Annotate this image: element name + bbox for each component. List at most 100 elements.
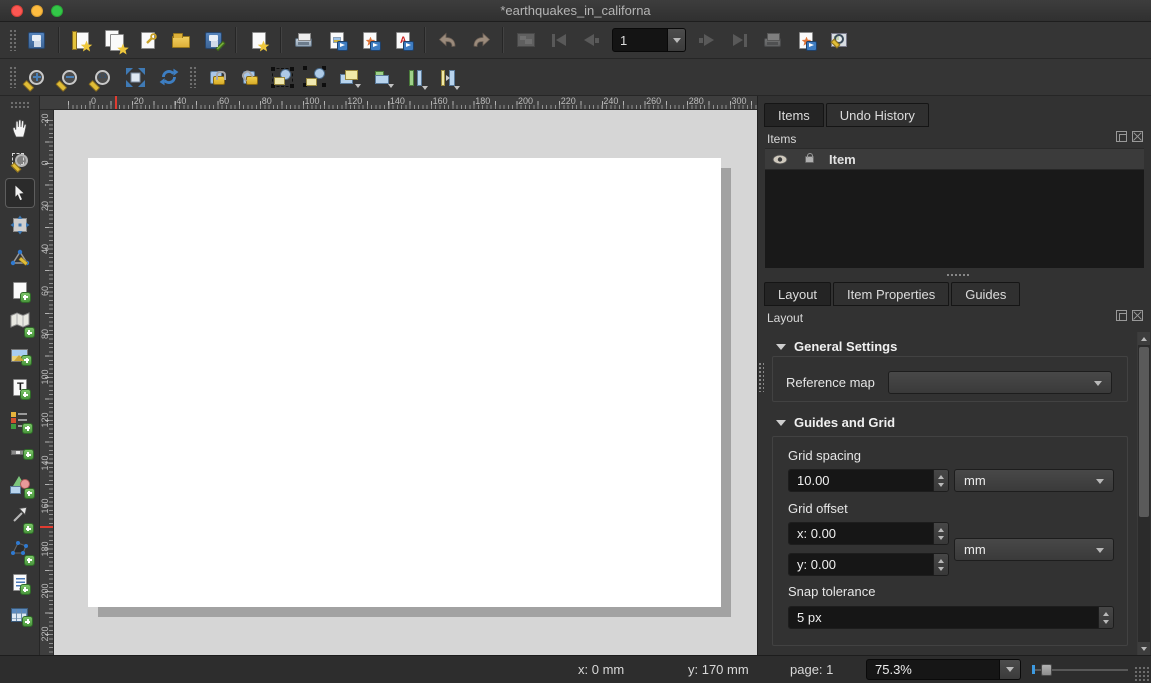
zoom-level-dropdown-button[interactable] bbox=[1000, 659, 1021, 680]
undo-button[interactable] bbox=[434, 27, 461, 54]
new-layout-button[interactable] bbox=[68, 27, 95, 54]
snap-tolerance-spinbox[interactable]: 5 px bbox=[788, 606, 1114, 629]
refresh-view-button[interactable] bbox=[155, 64, 182, 91]
tab-undo-history[interactable]: Undo History bbox=[825, 103, 929, 127]
toolbar-drag-handle-icon[interactable] bbox=[189, 66, 196, 88]
minimize-window-button[interactable] bbox=[31, 5, 43, 17]
toolbar-drag-handle-icon[interactable] bbox=[9, 29, 16, 51]
unlock-all-items-button[interactable] bbox=[236, 64, 263, 91]
grid-spacing-unit-combo[interactable]: mm bbox=[954, 469, 1114, 492]
toolbar-drag-handle-icon[interactable] bbox=[9, 66, 16, 88]
spin-buttons[interactable] bbox=[933, 470, 948, 491]
grid-offset-y-value[interactable]: y: 0.00 bbox=[789, 554, 933, 575]
print-layout-button[interactable] bbox=[290, 27, 317, 54]
grid-spacing-value[interactable]: 10.00 bbox=[789, 470, 933, 491]
group-items-button[interactable] bbox=[269, 64, 296, 91]
add-pages-tool[interactable] bbox=[6, 276, 34, 304]
export-as-image-button[interactable] bbox=[323, 27, 350, 54]
preview-atlas-button[interactable] bbox=[825, 27, 852, 54]
save-project-button[interactable] bbox=[23, 27, 50, 54]
lock-column-header[interactable] bbox=[795, 152, 823, 163]
spin-buttons[interactable] bbox=[933, 554, 948, 575]
add-items-from-template-button[interactable] bbox=[167, 27, 194, 54]
tab-item-properties[interactable]: Item Properties bbox=[833, 282, 950, 306]
window-resize-grip[interactable] bbox=[1134, 666, 1149, 681]
horizontal-ruler[interactable]: 0 20 40 60 80 100 120 140 160 180 200 220 240 260 280 3… bbox=[54, 96, 757, 110]
visibility-column-header[interactable] bbox=[765, 154, 795, 165]
maximize-window-button[interactable] bbox=[51, 5, 63, 17]
grid-offset-x-spinbox[interactable]: x: 0.00 bbox=[788, 522, 949, 545]
zoom-full-button[interactable] bbox=[122, 64, 149, 91]
dock-splitter-handle[interactable] bbox=[946, 273, 970, 278]
item-column-header[interactable]: Item bbox=[829, 152, 856, 167]
add-legend-tool[interactable] bbox=[6, 406, 34, 434]
add-label-tool[interactable]: T bbox=[6, 374, 34, 402]
layout-manager-button[interactable] bbox=[134, 27, 161, 54]
add-picture-tool[interactable] bbox=[6, 341, 34, 369]
save-as-template-button[interactable] bbox=[200, 27, 227, 54]
close-window-button[interactable] bbox=[11, 5, 23, 17]
lock-selected-items-button[interactable] bbox=[203, 64, 230, 91]
zoom-level-combo[interactable]: 75.3% bbox=[866, 659, 1021, 680]
move-content-icon bbox=[10, 215, 29, 235]
edit-nodes-item-tool[interactable] bbox=[6, 244, 34, 272]
export-as-pdf-button[interactable]: A bbox=[389, 27, 416, 54]
move-item-content-tool[interactable] bbox=[6, 211, 34, 239]
ungroup-items-button[interactable] bbox=[302, 64, 329, 91]
guides-and-grid-section-header[interactable]: Guides and Grid bbox=[776, 415, 895, 430]
atlas-feature-dropdown-button[interactable] bbox=[668, 28, 686, 52]
items-list[interactable] bbox=[765, 170, 1144, 268]
scroll-up-button[interactable] bbox=[1138, 332, 1150, 345]
raise-selected-items-button[interactable] bbox=[335, 64, 362, 91]
tab-guides[interactable]: Guides bbox=[951, 282, 1021, 306]
close-panel-icon[interactable] bbox=[1132, 131, 1143, 142]
redo-button[interactable] bbox=[467, 27, 494, 54]
add-pages-button[interactable] bbox=[245, 27, 272, 54]
zoom-actual-button[interactable]: 1:1 bbox=[89, 64, 116, 91]
close-panel-icon[interactable] bbox=[1132, 310, 1143, 321]
zoom-tool[interactable] bbox=[6, 146, 34, 174]
duplicate-layout-button[interactable] bbox=[101, 27, 129, 55]
add-attribute-table-tool[interactable] bbox=[6, 601, 34, 629]
panel-resize-handle[interactable] bbox=[758, 362, 764, 392]
grid-spacing-spinbox[interactable]: 10.00 bbox=[788, 469, 949, 492]
select-move-item-tool[interactable] bbox=[5, 178, 34, 207]
scrollbar-thumb[interactable] bbox=[1139, 347, 1149, 517]
export-as-svg-button[interactable] bbox=[356, 27, 383, 54]
add-scale-bar-tool[interactable] bbox=[6, 439, 34, 467]
reference-map-combo[interactable] bbox=[888, 371, 1112, 394]
add-shape-tool[interactable] bbox=[6, 471, 35, 499]
pan-layout-tool[interactable] bbox=[6, 114, 34, 142]
float-panel-icon[interactable] bbox=[1116, 310, 1127, 321]
general-settings-section-header[interactable]: General Settings bbox=[776, 339, 897, 354]
zoom-in-button[interactable] bbox=[23, 64, 50, 91]
distribute-left-edges-button[interactable] bbox=[401, 64, 428, 91]
zoom-slider-handle[interactable] bbox=[1041, 664, 1052, 676]
add-arrow-tool[interactable] bbox=[6, 504, 34, 534]
add-html-tool[interactable] bbox=[6, 569, 34, 597]
add-map-tool[interactable] bbox=[6, 309, 35, 338]
tab-items[interactable]: Items bbox=[764, 103, 824, 127]
save-as-icon bbox=[205, 31, 226, 51]
layout-canvas[interactable] bbox=[54, 110, 757, 655]
float-panel-icon[interactable] bbox=[1116, 131, 1127, 142]
grid-offset-x-value[interactable]: x: 0.00 bbox=[789, 523, 933, 544]
tab-layout[interactable]: Layout bbox=[764, 282, 832, 306]
add-node-item-tool[interactable] bbox=[6, 536, 35, 566]
spin-buttons[interactable] bbox=[933, 523, 948, 544]
snap-tolerance-value[interactable]: 5 px bbox=[789, 607, 1098, 628]
grid-offset-y-spinbox[interactable]: y: 0.00 bbox=[788, 553, 949, 576]
vertical-ruler[interactable]: -20 0 20 40 60 80 100 120 140 160 180 200 220 bbox=[40, 110, 54, 655]
zoom-level-value[interactable]: 75.3% bbox=[866, 659, 1000, 680]
spin-buttons[interactable] bbox=[1098, 607, 1113, 628]
resize-selected-items-button[interactable] bbox=[434, 64, 461, 91]
panel-scrollbar[interactable] bbox=[1137, 332, 1150, 655]
atlas-feature-combo[interactable]: 1 bbox=[612, 28, 686, 52]
grid-offset-unit-combo[interactable]: mm bbox=[954, 538, 1114, 561]
toolbar-drag-handle-icon[interactable] bbox=[9, 101, 30, 108]
export-atlas-button[interactable] bbox=[792, 27, 819, 54]
align-selected-items-button[interactable] bbox=[368, 64, 395, 91]
zoom-out-button[interactable] bbox=[56, 64, 83, 91]
atlas-feature-value[interactable]: 1 bbox=[612, 28, 668, 52]
scroll-down-button[interactable] bbox=[1138, 642, 1150, 655]
